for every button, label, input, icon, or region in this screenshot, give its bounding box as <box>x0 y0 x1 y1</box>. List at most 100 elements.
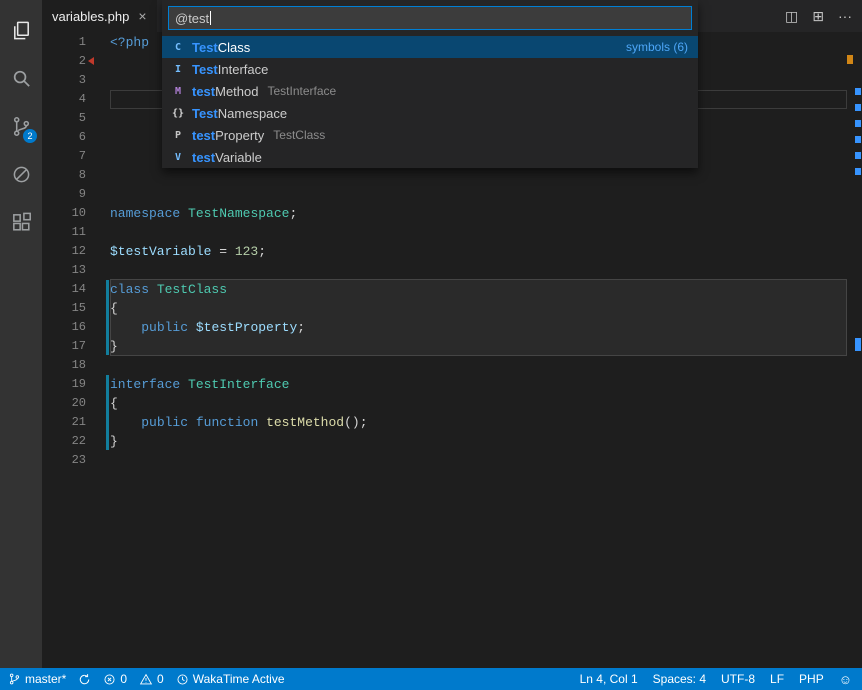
code-line[interactable]: 12$testVariable = 123; <box>42 242 862 261</box>
quick-open-item[interactable]: CTestClasssymbols (6) <box>162 36 698 58</box>
warnings-item[interactable]: 0 <box>139 672 164 686</box>
line-number: 3 <box>42 71 110 90</box>
symbols-count-badge: symbols (6) <box>626 40 688 54</box>
wakatime-item[interactable]: WakaTime Active <box>176 672 285 686</box>
code-line[interactable]: 14class TestClass <box>42 280 862 299</box>
line-number: 2 <box>42 52 110 71</box>
activity-extensions[interactable] <box>0 198 42 246</box>
ruler-match-mark <box>855 104 861 111</box>
activity-source-control[interactable]: 2 <box>0 102 42 150</box>
symbol-method-icon: M <box>170 86 186 97</box>
ruler-match-mark <box>855 120 861 127</box>
split-editor-icon[interactable]: ◫ <box>785 8 798 25</box>
code-line[interactable]: 20{ <box>42 394 862 413</box>
code-line[interactable]: 16 public $testProperty; <box>42 318 862 337</box>
sync-item[interactable] <box>78 673 91 686</box>
symbol-description: TestClass <box>273 128 325 142</box>
language-mode-item[interactable]: PHP <box>799 672 824 686</box>
activity-debug[interactable] <box>0 150 42 198</box>
tab-variables-php[interactable]: variables.php × <box>42 0 157 32</box>
symbol-name: testProperty <box>192 128 264 143</box>
git-deleted-marker <box>88 57 94 65</box>
encoding-item[interactable]: UTF-8 <box>721 672 755 686</box>
symbol-interface-icon: I <box>170 64 186 75</box>
error-icon <box>103 673 116 686</box>
line-number: 1 <box>42 33 110 52</box>
debug-icon <box>10 163 33 186</box>
activity-search[interactable] <box>0 54 42 102</box>
cursor-position-label: Ln 4, Col 1 <box>580 672 638 686</box>
symbol-namespace-icon: {} <box>170 108 186 119</box>
code-text: class TestClass <box>110 280 227 299</box>
text-cursor <box>210 11 211 25</box>
eol-label: LF <box>770 672 784 686</box>
editor-actions: ◫ ⊞ ··· <box>785 0 852 32</box>
quick-open-item[interactable]: PtestPropertyTestClass <box>162 124 698 146</box>
eol-item[interactable]: LF <box>770 672 784 686</box>
symbol-name: TestClass <box>192 40 250 55</box>
code-line[interactable]: 22} <box>42 432 862 451</box>
ruler-match-mark <box>855 88 861 95</box>
warning-icon <box>139 673 153 686</box>
toggle-layout-icon[interactable]: ⊞ <box>812 8 824 25</box>
status-bar: master* 0 0 WakaTime Active <box>0 668 862 690</box>
tab-title: variables.php <box>52 9 129 24</box>
quick-open-item[interactable]: {} TestNamespace <box>162 102 698 124</box>
git-branch-icon <box>8 672 21 686</box>
cursor-position-item[interactable]: Ln 4, Col 1 <box>580 672 638 686</box>
close-icon[interactable]: × <box>138 9 146 23</box>
more-actions-icon[interactable]: ··· <box>838 8 852 24</box>
activity-explorer[interactable] <box>0 6 42 54</box>
symbol-name: TestInterface <box>192 62 268 77</box>
feedback-item[interactable]: ☺ <box>839 673 852 686</box>
quick-open-item[interactable]: MtestMethodTestInterface <box>162 80 698 102</box>
scm-badge: 2 <box>23 129 37 143</box>
line-number: 22 <box>42 432 110 451</box>
vscode-window: 2 variables.php × ◫ ⊞ ··· <box>0 0 862 690</box>
code-line[interactable]: 23 <box>42 451 862 470</box>
search-icon <box>10 67 33 90</box>
code-line[interactable]: 19interface TestInterface <box>42 375 862 394</box>
code-line[interactable]: 21 public function testMethod(); <box>42 413 862 432</box>
git-branch-item[interactable]: master* <box>8 672 66 686</box>
code-line[interactable]: 11 <box>42 223 862 242</box>
quick-open-item[interactable]: I TestInterface <box>162 58 698 80</box>
code-line[interactable]: 15{ <box>42 299 862 318</box>
code-text: { <box>110 299 118 318</box>
line-number: 7 <box>42 147 110 166</box>
quick-open-input[interactable]: @test <box>168 6 692 30</box>
line-number: 4 <box>42 90 110 109</box>
code-text: { <box>110 394 118 413</box>
ruler-match-mark <box>855 152 861 159</box>
quick-open-input-wrap: @test <box>162 0 698 36</box>
code-line[interactable]: 13 <box>42 261 862 280</box>
code-text: } <box>110 337 118 356</box>
wakatime-label: WakaTime Active <box>193 672 285 686</box>
sync-icon <box>78 673 91 686</box>
symbol-name: testMethod <box>192 84 259 99</box>
line-number: 10 <box>42 204 110 223</box>
code-line[interactable]: 8 <box>42 166 862 185</box>
files-icon <box>10 19 33 42</box>
line-number: 6 <box>42 128 110 147</box>
code-line[interactable]: 17} <box>42 337 862 356</box>
extensions-icon <box>10 211 33 234</box>
line-number: 16 <box>42 318 110 337</box>
line-number: 21 <box>42 413 110 432</box>
clock-icon <box>176 673 189 686</box>
code-line[interactable]: 9 <box>42 185 862 204</box>
symbol-variable-icon: V <box>170 152 186 163</box>
code-text: public $testProperty; <box>110 318 305 337</box>
indentation-item[interactable]: Spaces: 4 <box>653 672 706 686</box>
code-line[interactable]: 10namespace TestNamespace; <box>42 204 862 223</box>
symbol-name: TestNamespace <box>192 106 287 121</box>
overview-ruler <box>847 32 862 668</box>
code-text: $testVariable = 123; <box>110 242 266 261</box>
line-number: 11 <box>42 223 110 242</box>
status-bar-right: Ln 4, Col 1 Spaces: 4 UTF-8 LF PHP ☺ <box>565 672 852 686</box>
quick-open-item[interactable]: VtestVariable <box>162 146 698 168</box>
indentation-label: Spaces: 4 <box>653 672 706 686</box>
errors-item[interactable]: 0 <box>103 672 127 686</box>
git-change-bar <box>106 375 109 450</box>
code-line[interactable]: 18 <box>42 356 862 375</box>
